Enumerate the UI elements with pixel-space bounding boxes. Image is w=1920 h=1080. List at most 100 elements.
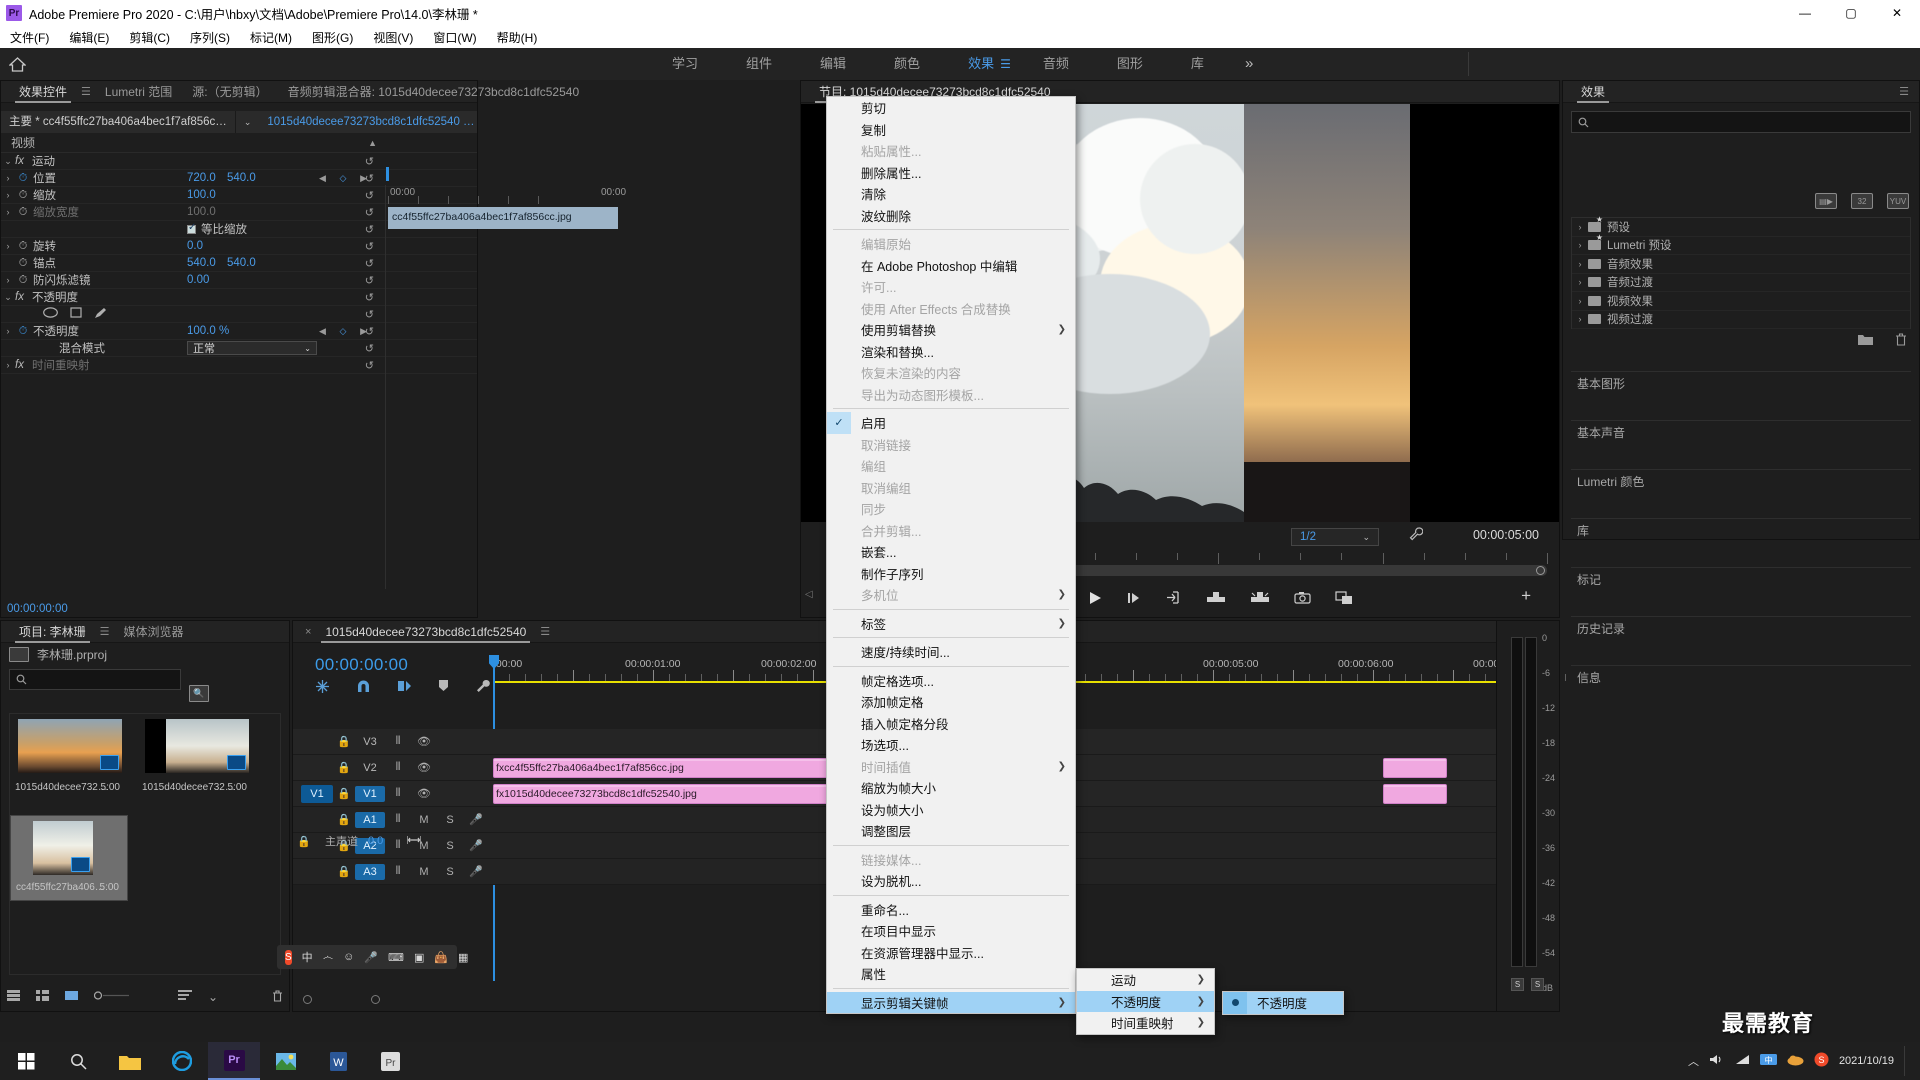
chevron-down-icon[interactable]: ⌄ bbox=[236, 111, 260, 133]
stopwatch-icon[interactable]: ⏱ bbox=[15, 274, 31, 287]
eye-icon[interactable]: 👁 bbox=[411, 761, 437, 774]
minimize-button[interactable]: — bbox=[1782, 0, 1828, 26]
lift-icon[interactable] bbox=[1206, 591, 1226, 607]
effect-property-row[interactable]: › ⏱ 不透明度 100.0 % ◀ ◇ ▶ ↺ bbox=[1, 323, 477, 340]
marker-icon[interactable] bbox=[438, 679, 449, 697]
menu-item-7[interactable]: 窗口(W) bbox=[423, 27, 486, 48]
context-menu-item[interactable]: 删除属性... bbox=[827, 162, 1075, 184]
ime-button-1[interactable]: ෴ bbox=[323, 951, 333, 964]
context-menu-item[interactable]: 在项目中显示 bbox=[827, 920, 1075, 942]
effects-tree-item[interactable]: › Lumetri 预设 bbox=[1572, 233, 1910, 255]
context-menu-item[interactable]: 不透明度 bbox=[1223, 992, 1343, 1014]
context-menu-item[interactable]: 复制 bbox=[827, 119, 1075, 141]
hamburger-icon[interactable]: ☰ bbox=[96, 625, 114, 638]
stopwatch-icon[interactable]: ⏱ bbox=[15, 257, 31, 270]
project-tab[interactable]: 项目: 李林珊 bbox=[9, 621, 96, 643]
menu-item-2[interactable]: 剪辑(C) bbox=[119, 27, 180, 48]
export-frame-icon[interactable] bbox=[1293, 591, 1311, 607]
context-menu-item[interactable]: 嵌套... bbox=[827, 541, 1075, 563]
reset-icon[interactable]: ↺ bbox=[365, 257, 374, 270]
reset-icon[interactable]: ↺ bbox=[365, 291, 374, 304]
workspace-menu-icon[interactable]: ☰ bbox=[1000, 57, 1011, 71]
accelerated-effects-icon[interactable]: ▤▶ bbox=[1815, 193, 1837, 209]
menu-item-5[interactable]: 图形(G) bbox=[302, 27, 363, 48]
collapsed-panel-2[interactable]: Lumetri 颜色 bbox=[1571, 469, 1911, 493]
project-item[interactable]: cc4f55ffc27ba406… 5:00 bbox=[10, 815, 128, 901]
freeform-view-icon[interactable] bbox=[65, 990, 78, 1004]
ime-button-6[interactable]: 👜 bbox=[434, 951, 448, 964]
effects-tree-item[interactable]: › 音频过渡 bbox=[1572, 274, 1910, 292]
ime-button-0[interactable]: 中 bbox=[302, 949, 313, 965]
prev-keyframe-icon[interactable]: ◀ bbox=[319, 326, 326, 337]
track-name[interactable]: V1 bbox=[355, 785, 385, 802]
pen-mask-icon[interactable] bbox=[94, 307, 107, 322]
property-value[interactable]: 100.0 bbox=[187, 206, 216, 218]
property-value-2[interactable]: 540.0 bbox=[227, 257, 256, 269]
effect-controls-tab[interactable]: 源:（无剪辑） bbox=[182, 81, 277, 103]
context-menu-item[interactable]: 剪切 bbox=[827, 97, 1075, 119]
lock-icon[interactable]: 🔒 bbox=[333, 865, 355, 878]
sync-lock-icon[interactable]: ⫴ bbox=[385, 865, 411, 878]
prev-keyframe-icon[interactable]: ◀ bbox=[319, 173, 326, 184]
premiere-icon[interactable]: Pr bbox=[208, 1042, 260, 1080]
yuv-icon[interactable]: YUV bbox=[1887, 193, 1909, 209]
effects-tree-item[interactable]: › 视频效果 bbox=[1572, 292, 1910, 311]
reset-icon[interactable]: ↺ bbox=[365, 342, 374, 355]
program-scroll-knob[interactable] bbox=[1536, 566, 1545, 575]
rectangle-mask-icon[interactable] bbox=[70, 307, 82, 321]
effect-property-row[interactable]: › ⏱ 位置 720.0 540.0 ◀ ◇ ▶ ↺ bbox=[1, 170, 477, 187]
twirl-icon[interactable]: › bbox=[1572, 240, 1588, 250]
search-icon[interactable] bbox=[52, 1042, 104, 1080]
delete-icon[interactable] bbox=[1895, 333, 1907, 349]
hamburger-icon[interactable]: ☰ bbox=[1895, 85, 1919, 98]
property-value[interactable]: 100.0 % bbox=[187, 325, 229, 337]
input-icon[interactable]: 中 bbox=[1759, 1053, 1777, 1069]
menu-item-4[interactable]: 标记(M) bbox=[240, 27, 302, 48]
effect-property-row[interactable]: ⌄ fx 运动 ↺ bbox=[1, 153, 477, 170]
workspace-tab-学习[interactable]: 学习 bbox=[648, 48, 722, 80]
sync-lock-icon[interactable]: ⫴ bbox=[385, 813, 411, 826]
effect-controls-tab[interactable]: 效果控件 bbox=[9, 81, 77, 103]
effect-property-row[interactable]: ↺ bbox=[1, 306, 477, 323]
zoom-slider-icon[interactable] bbox=[93, 990, 130, 1004]
effect-controls-timecode[interactable]: 00:00:00:00 bbox=[7, 603, 68, 615]
workspace-tab-音频[interactable]: 音频 bbox=[1019, 48, 1093, 80]
lock-icon[interactable]: 🔒 bbox=[333, 813, 355, 826]
ime-button-3[interactable]: 🎤 bbox=[364, 951, 378, 964]
lock-icon[interactable]: 🔒 bbox=[293, 835, 315, 848]
collapsed-panel-5[interactable]: 历史记录 bbox=[1571, 616, 1911, 640]
context-menu-item[interactable]: 使用剪辑替换 ❯ bbox=[827, 319, 1075, 341]
stopwatch-icon[interactable]: ⏱ bbox=[15, 240, 31, 253]
solo-button-right[interactable]: S bbox=[1531, 978, 1544, 991]
menu-item-1[interactable]: 编辑(E) bbox=[59, 27, 119, 48]
ime-button-5[interactable]: ▣ bbox=[414, 951, 424, 964]
mic-icon[interactable]: 🎤 bbox=[463, 865, 489, 878]
context-menu-item[interactable]: 调整图层 bbox=[827, 820, 1075, 842]
reset-icon[interactable]: ↺ bbox=[365, 325, 374, 338]
project-item[interactable]: 1015d40decee732… 5:00 bbox=[10, 714, 128, 800]
pan-icon[interactable] bbox=[406, 835, 422, 848]
context-menu-item[interactable]: 渲染和替换... bbox=[827, 341, 1075, 363]
property-value[interactable]: 100.0 bbox=[187, 189, 216, 201]
effect-controls-tab[interactable]: Lumetri 范围 bbox=[95, 81, 182, 103]
new-item-icon[interactable]: ⌄ bbox=[208, 990, 218, 1004]
reset-icon[interactable]: ↺ bbox=[365, 206, 374, 219]
stopwatch-icon[interactable]: ⏱ bbox=[15, 325, 31, 338]
effect-property-row[interactable]: 混合模式 正常 ⌄ ↺ bbox=[1, 340, 477, 357]
reset-icon[interactable]: ↺ bbox=[365, 223, 374, 236]
network-icon[interactable] bbox=[1735, 1053, 1750, 1069]
context-menu-item[interactable]: 帧定格选项... bbox=[827, 670, 1075, 692]
taskbar-clock[interactable]: 2021/10/19 bbox=[1839, 1055, 1894, 1068]
twirl-icon[interactable]: ⌄ bbox=[1, 156, 15, 167]
volume-icon[interactable] bbox=[1709, 1053, 1725, 1069]
lock-icon[interactable]: 🔒 bbox=[333, 761, 355, 774]
eye-icon[interactable]: 👁 bbox=[411, 735, 437, 748]
home-icon[interactable] bbox=[0, 48, 34, 80]
ime-button-2[interactable]: ☺ bbox=[343, 951, 354, 963]
master-clip-selector[interactable]: 主要 * cc4f55ffc27ba406a4bec1f7af856c… bbox=[1, 111, 236, 133]
project-search-box[interactable] bbox=[9, 669, 181, 690]
solo-button-left[interactable]: S bbox=[1511, 978, 1524, 991]
ime-button-7[interactable]: ▦ bbox=[458, 951, 468, 964]
context-menu-item[interactable]: 场选项... bbox=[827, 734, 1075, 756]
explorer-icon[interactable] bbox=[104, 1042, 156, 1080]
